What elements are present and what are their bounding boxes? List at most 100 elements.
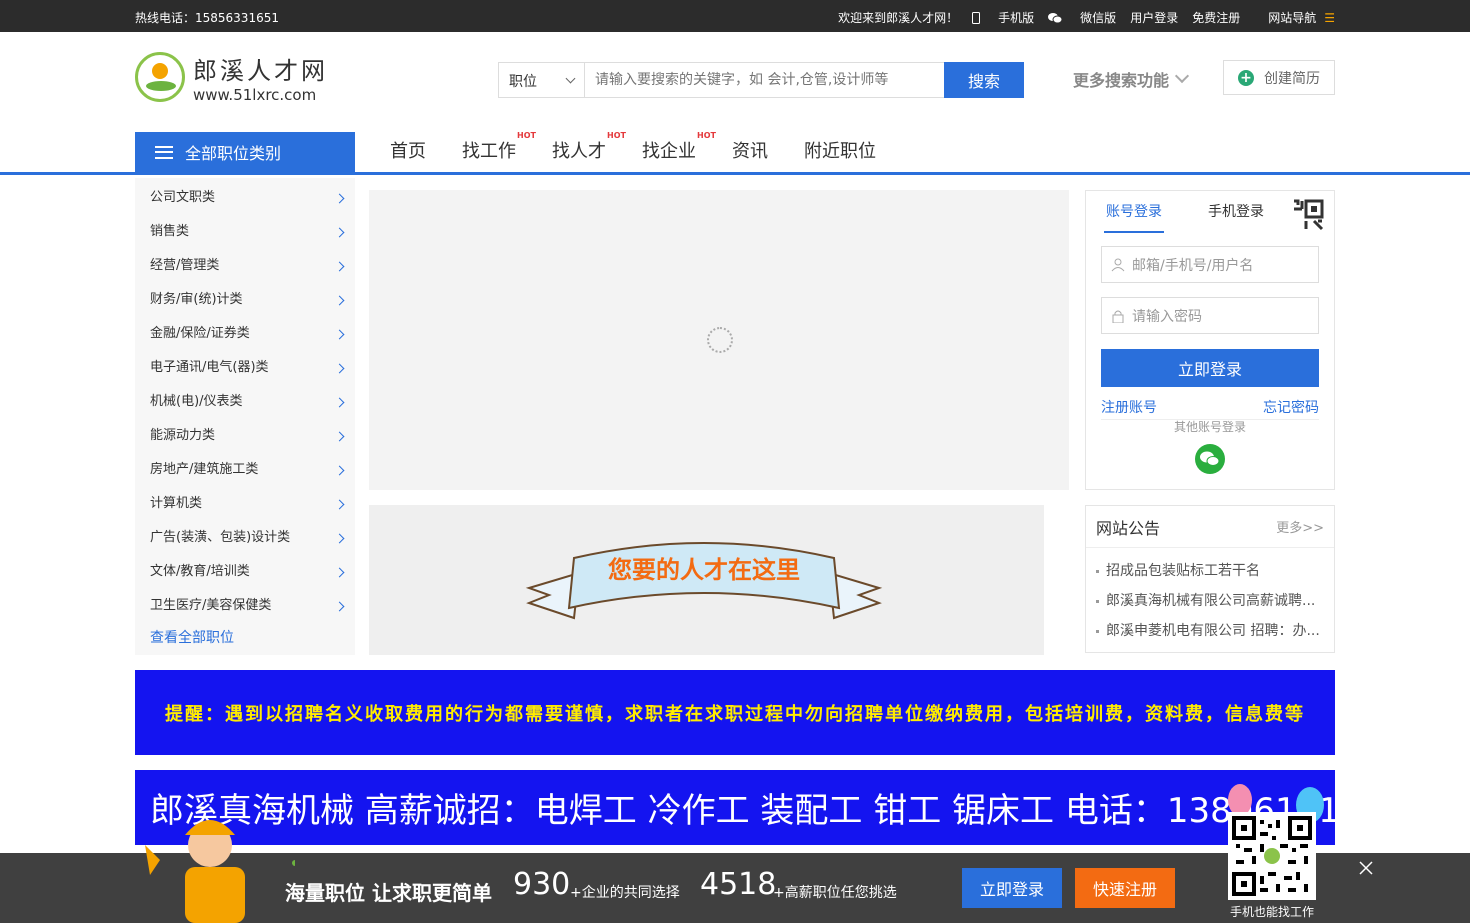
loading-spinner-icon <box>707 327 733 353</box>
wechat-icon <box>1048 12 1063 23</box>
job-count: 4518 <box>700 867 777 902</box>
tab-phone-login[interactable]: 手机登录 <box>1208 201 1264 233</box>
hot-badge: HOT <box>607 131 626 140</box>
ad-banner[interactable]: 郎溪真海机械 高薪诚招：电焊工 冷作工 装配工 钳工 锯床工 电话：138061… <box>135 770 1335 845</box>
announcement-panel: 网站公告 更多>> 招成品包装贴标工若干名 郎溪真海机械有限公司高薪诚聘... … <box>1085 505 1335 653</box>
chevron-right-icon <box>334 601 345 611</box>
category-label: 经营/管理类 <box>150 257 220 273</box>
logo-icon <box>135 52 185 102</box>
category-label: 房地产/建筑施工类 <box>150 461 259 477</box>
create-resume-button[interactable]: + 创建简历 <box>1223 60 1335 95</box>
chevron-right-icon <box>334 431 345 441</box>
banner-slogan: 您要的人才在这里 <box>608 556 800 584</box>
category-label: 广告(装潢、包装)设计类 <box>150 529 291 545</box>
category-item[interactable]: 房地产/建筑施工类 <box>135 450 355 484</box>
announcement-item[interactable]: 郎溪申菱机电有限公司 招聘：办... <box>1096 616 1324 646</box>
nav-home[interactable]: 首页 <box>390 137 426 163</box>
announcement-more-link[interactable]: 更多>> <box>1276 517 1324 536</box>
other-login-divider: 其他账号登录 <box>1101 419 1319 437</box>
other-login-label: 其他账号登录 <box>1167 420 1252 434</box>
announcement-title: 网站公告 <box>1096 518 1161 538</box>
category-label: 财务/审(统)计类 <box>150 291 243 307</box>
category-item[interactable]: 销售类 <box>135 212 355 246</box>
menu-icon: ☰ <box>1324 10 1335 25</box>
category-item[interactable]: 计算机类 <box>135 484 355 518</box>
lock-icon <box>1112 310 1124 323</box>
nav-find-job[interactable]: 找工作 HOT <box>462 131 536 163</box>
ribbon-graphic: 您要的人才在这里 <box>525 542 883 620</box>
chevron-right-icon <box>334 397 345 407</box>
mobile-label: 手机版 <box>998 11 1035 25</box>
category-item[interactable]: 经营/管理类 <box>135 246 355 280</box>
category-item[interactable]: 能源动力类 <box>135 416 355 450</box>
nav-find-talent[interactable]: 找人才 HOT <box>552 131 626 163</box>
category-item[interactable]: 卫生医疗/美容保健类 <box>135 586 355 620</box>
chevron-down-icon <box>1174 68 1190 84</box>
more-search[interactable]: 更多搜索功能 <box>1073 67 1190 91</box>
nav-news[interactable]: 资讯 <box>732 137 768 163</box>
header: 郎溪人才网 www.51lxrc.com 职位 搜索 更多搜索功能 + 创建简历 <box>135 48 1335 108</box>
menu-icon <box>155 145 173 159</box>
category-item[interactable]: 电子通讯/电气(器)类 <box>135 348 355 382</box>
bottom-login-button[interactable]: 立即登录 <box>962 868 1062 908</box>
bottom-slogan: 海量职位 让求职更简单 <box>285 881 492 905</box>
nav-label: 资讯 <box>732 141 768 162</box>
app-qr-code <box>1228 812 1316 900</box>
category-item[interactable]: 公司文职类 <box>135 178 355 212</box>
free-register-link[interactable]: 免费注册 <box>1192 9 1240 26</box>
user-login-link[interactable]: 用户登录 <box>1130 9 1178 26</box>
qr-code-caption: 手机也能找工作 <box>1229 905 1314 919</box>
main-banner[interactable] <box>369 190 1069 490</box>
forgot-password-link[interactable]: 忘记密码 <box>1263 397 1319 417</box>
view-all-jobs-link[interactable]: 查看全部职位 <box>135 620 355 654</box>
chevron-right-icon <box>334 295 345 305</box>
qr-code-icon[interactable] <box>1292 199 1326 233</box>
all-categories-button[interactable]: 全部职位类别 <box>135 132 355 172</box>
announcement-item[interactable]: 郎溪真海机械有限公司高薪诚聘... <box>1096 586 1324 616</box>
category-label: 电子通讯/电气(器)类 <box>150 359 269 375</box>
login-button[interactable]: 立即登录 <box>1101 349 1319 387</box>
announcement-item[interactable]: 招成品包装贴标工若干名 <box>1096 556 1324 586</box>
register-link[interactable]: 注册账号 <box>1101 397 1157 417</box>
category-item[interactable]: 财务/审(统)计类 <box>135 280 355 314</box>
category-sidebar: 公司文职类 销售类 经营/管理类 财务/审(统)计类 金融/保险/证券类 电子通… <box>135 178 355 655</box>
search-button[interactable]: 搜索 <box>944 62 1024 98</box>
top-bar: 热线电话：15856331651 欢迎来到郎溪人才网！ 手机版 微信版 用户登录… <box>0 0 1470 32</box>
chevron-right-icon <box>334 363 345 373</box>
wechat-login-icon[interactable] <box>1195 444 1225 474</box>
nav-nearby[interactable]: 附近职位 <box>804 137 876 163</box>
bottom-register-button[interactable]: 快速注册 <box>1075 868 1175 908</box>
close-icon[interactable] <box>1358 860 1374 876</box>
search-type-select[interactable]: 职位 <box>499 63 585 97</box>
nav-label: 首页 <box>390 141 426 162</box>
chevron-right-icon <box>334 261 345 271</box>
site-logo[interactable]: 郎溪人才网 www.51lxrc.com <box>135 48 345 106</box>
mobile-link[interactable]: 手机版 <box>972 9 1034 26</box>
nav-label: 找企业 <box>642 141 696 162</box>
logo-url: www.51lxrc.com <box>193 85 317 104</box>
wechat-label: 微信版 <box>1080 11 1117 25</box>
category-item[interactable]: 文体/教育/培训类 <box>135 552 355 586</box>
tab-account-login[interactable]: 账号登录 <box>1104 201 1164 233</box>
username-field[interactable]: 邮箱/手机号/用户名 <box>1101 246 1319 283</box>
category-label: 金融/保险/证券类 <box>150 325 250 341</box>
nav-label: 附近职位 <box>804 141 876 162</box>
more-search-label: 更多搜索功能 <box>1073 71 1170 90</box>
category-item[interactable]: 金融/保险/证券类 <box>135 314 355 348</box>
chevron-right-icon <box>334 533 345 543</box>
site-nav-label: 网站导航 <box>1268 11 1317 25</box>
qr-code-icon <box>1232 816 1312 896</box>
search-input[interactable] <box>585 63 944 97</box>
nav-find-company[interactable]: 找企业 HOT <box>642 131 716 163</box>
promo-banner[interactable]: 您要的人才在这里 <box>369 505 1044 655</box>
site-nav-link[interactable]: 网站导航 ☰ <box>1254 9 1335 26</box>
password-field[interactable]: 请输入密码 <box>1101 297 1319 334</box>
category-item[interactable]: 广告(装潢、包装)设计类 <box>135 518 355 552</box>
username-placeholder: 邮箱/手机号/用户名 <box>1132 257 1254 274</box>
wechat-link[interactable]: 微信版 <box>1048 9 1116 26</box>
hot-badge: HOT <box>697 131 716 140</box>
category-label: 能源动力类 <box>150 427 216 443</box>
category-item[interactable]: 机械(电)/仪表类 <box>135 382 355 416</box>
chevron-right-icon <box>334 465 345 475</box>
chevron-right-icon <box>334 227 345 237</box>
